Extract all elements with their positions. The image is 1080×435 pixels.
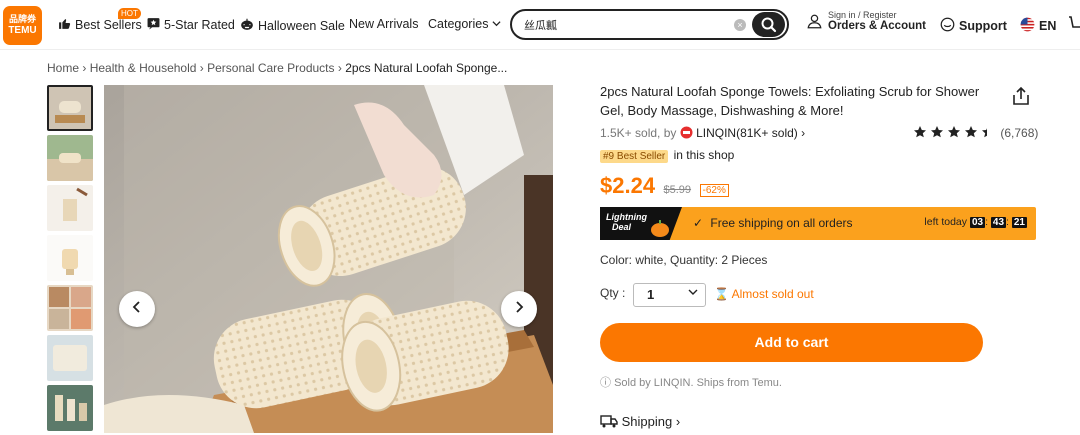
almost-sold-out: ⌛ Almost sold out xyxy=(714,287,814,301)
nav-halloween[interactable]: Halloween Sale xyxy=(240,17,345,34)
nav-five-star[interactable]: 5-Star Rated xyxy=(147,17,235,33)
thumbnail-6[interactable] xyxy=(47,335,93,381)
chevron-right-icon xyxy=(513,298,525,318)
breadcrumb-category-1[interactable]: Health & Household xyxy=(90,61,197,75)
top-bar: 品牌券 TEMU Best Sellers HOT 5-Star Rated H… xyxy=(0,0,1080,50)
price-block: $2.24 $5.99 -62% xyxy=(600,173,729,199)
nav-categories[interactable]: Categories xyxy=(428,17,501,31)
timer-minutes: 43 xyxy=(990,217,1007,228)
best-sellers-label: Best Sellers xyxy=(75,18,142,32)
deal-label-1: Lightning xyxy=(606,212,647,222)
discount-badge: -62% xyxy=(699,184,729,197)
original-price: $5.99 xyxy=(663,184,692,196)
logo-bottom-text: TEMU xyxy=(8,25,37,36)
language-label: EN xyxy=(1039,19,1057,33)
store-link[interactable]: LINQIN(81K+ sold) xyxy=(696,126,798,140)
info-icon: ⓘ xyxy=(600,377,611,389)
best-seller-rank: #9 Best Seller in this shop xyxy=(600,148,735,163)
qty-value: 1 xyxy=(647,287,655,302)
clear-search-icon[interactable]: × xyxy=(734,19,746,31)
main-product-image[interactable] xyxy=(104,85,553,433)
categories-label: Categories xyxy=(428,17,489,31)
search-box: × xyxy=(510,9,789,40)
chevron-right-icon: › xyxy=(801,126,806,140)
check-icon: ✓ xyxy=(693,216,704,230)
pumpkin-icon xyxy=(240,17,254,34)
truck-icon xyxy=(600,415,618,431)
thumbnail-4[interactable] xyxy=(47,235,93,281)
star-chat-icon xyxy=(147,17,160,33)
sold-by-note: ⓘ Sold by LINQIN. Ships from Temu. xyxy=(600,377,782,389)
best-seller-suffix: in this shop xyxy=(673,148,735,162)
search-input[interactable] xyxy=(524,16,724,34)
user-icon xyxy=(807,14,822,32)
timer-hours: 03 xyxy=(969,217,986,228)
rating-count: (6,768) xyxy=(1000,126,1039,140)
lightning-deal-bar: Lightning Deal ✓ Free shipping on all or… xyxy=(600,207,1036,240)
left-today-label: left today xyxy=(924,216,968,228)
nav-new-arrivals[interactable]: New Arrivals xyxy=(349,17,418,31)
thumbnail-3[interactable] xyxy=(47,185,93,231)
thumbnail-1[interactable] xyxy=(47,85,93,131)
sign-in-label: Sign in / Register xyxy=(828,10,897,20)
best-seller-badge: #9 Best Seller xyxy=(600,150,669,163)
breadcrumb-current: 2pcs Natural Loofah Sponge... xyxy=(345,61,508,75)
quantity-row: Qty : 1 ⌛ Almost sold out xyxy=(600,283,814,307)
breadcrumb: Home › Health & Household › Personal Car… xyxy=(47,61,508,75)
thumbnail-5[interactable] xyxy=(47,285,93,331)
halloween-label: Halloween Sale xyxy=(258,18,345,33)
temu-logo[interactable]: 品牌券 TEMU xyxy=(3,6,42,45)
language-selector[interactable]: EN xyxy=(1020,17,1056,35)
cart-icon[interactable] xyxy=(1068,16,1080,37)
chevron-left-icon xyxy=(131,298,143,318)
chevron-down-icon xyxy=(688,287,698,300)
orders-account-label: Orders & Account xyxy=(828,20,926,32)
loofah-photo xyxy=(104,85,553,433)
free-shipping-text: ✓ Free shipping on all orders xyxy=(693,216,853,230)
next-image-button[interactable] xyxy=(501,291,537,327)
shipping-link[interactable]: Shipping › xyxy=(600,414,680,431)
current-price: $2.24 xyxy=(600,173,656,198)
timer-seconds: 21 xyxy=(1011,217,1027,228)
store-icon xyxy=(680,126,693,142)
quantity-select[interactable]: 1 xyxy=(633,283,706,307)
product-title: 2pcs Natural Loofah Sponge Towels: Exfol… xyxy=(600,84,980,118)
nav-best-sellers[interactable]: Best Sellers xyxy=(58,17,142,33)
breadcrumb-category-2[interactable]: Personal Care Products xyxy=(207,61,334,75)
five-star-label: 5-Star Rated xyxy=(164,18,235,32)
star-rating-icon xyxy=(913,125,997,142)
sales-meta: 1.5K+ sold, by LINQIN(81K+ sold) › xyxy=(600,126,805,142)
support-chat-icon xyxy=(940,17,955,35)
pumpkin-icon xyxy=(650,219,670,240)
add-to-cart-button[interactable]: Add to cart xyxy=(600,323,983,362)
thumbs-up-icon xyxy=(58,17,71,33)
sold-count: 1.5K+ sold, by xyxy=(600,126,677,140)
logo-top-text: 品牌券 xyxy=(8,14,36,24)
deal-timer: left today 03: 43: 21 xyxy=(924,216,1027,228)
lightning-deal-logo: Lightning Deal xyxy=(600,207,682,240)
rating[interactable]: (6,768) xyxy=(913,125,1038,142)
us-flag-icon xyxy=(1020,17,1035,35)
hot-badge: HOT xyxy=(118,8,141,19)
chevron-right-icon: › xyxy=(675,414,681,429)
breadcrumb-home[interactable]: Home xyxy=(47,61,79,75)
thumbnail-7[interactable] xyxy=(47,385,93,431)
search-button[interactable] xyxy=(752,12,785,37)
chevron-down-icon xyxy=(492,17,501,31)
share-icon[interactable] xyxy=(1012,86,1030,111)
search-icon xyxy=(752,17,785,41)
prev-image-button[interactable] xyxy=(119,291,155,327)
new-arrivals-label: New Arrivals xyxy=(349,17,419,31)
account-menu[interactable]: Sign in / Register Orders & Account xyxy=(806,10,926,32)
deal-label-2: Deal xyxy=(612,222,632,232)
qty-label: Qty : xyxy=(600,286,626,300)
variant-selection[interactable]: Color: white, Quantity: 2 Pieces xyxy=(600,253,767,267)
thumbnail-2[interactable] xyxy=(47,135,93,181)
support-label: Support xyxy=(959,19,1007,33)
product-info: 2pcs Natural Loofah Sponge Towels: Exfol… xyxy=(600,82,1036,120)
thumbnail-list xyxy=(47,85,94,435)
support-link[interactable]: Support xyxy=(940,17,1007,35)
hourglass-icon: ⌛ xyxy=(714,287,729,301)
